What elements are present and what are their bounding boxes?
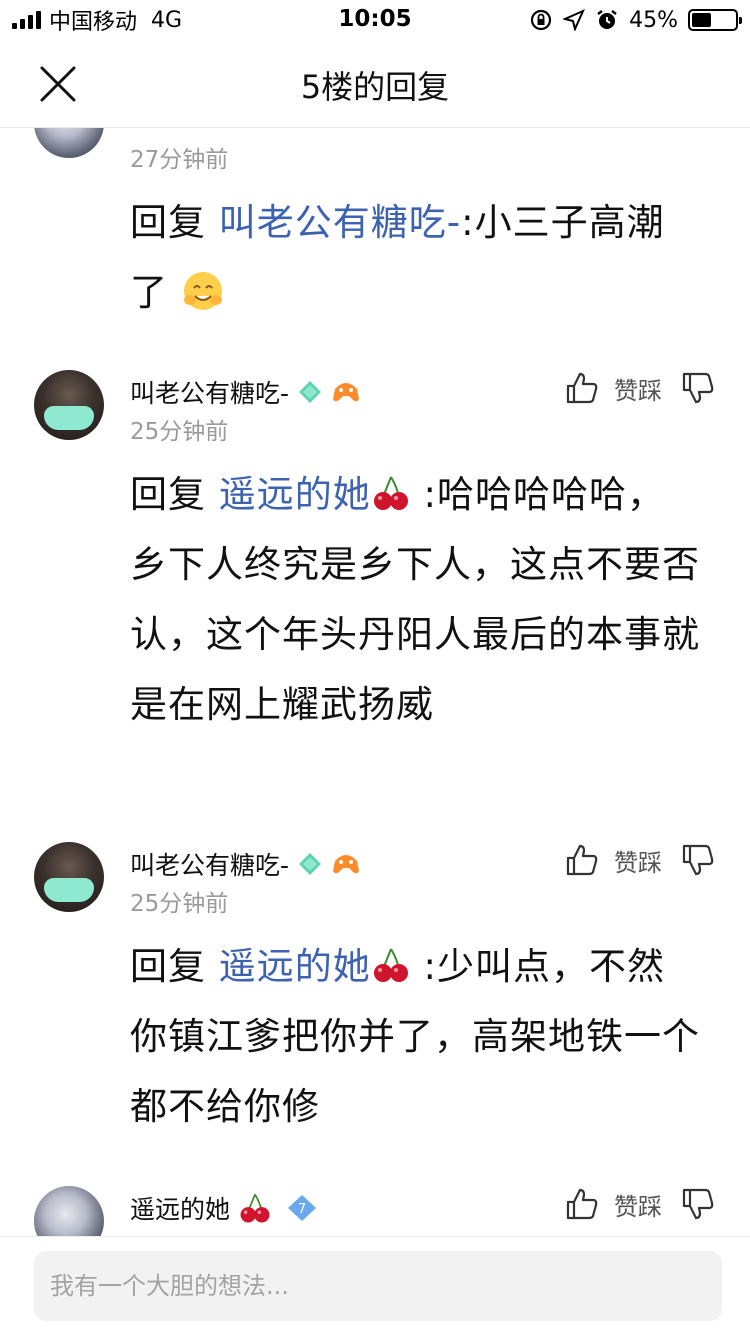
thumbs-up-button[interactable] bbox=[564, 370, 600, 406]
username-row: 叫老公有糖吃- bbox=[130, 846, 361, 882]
reply-actions: 赞踩 bbox=[564, 1186, 716, 1222]
mention-link[interactable]: 遥远的她 bbox=[219, 945, 411, 988]
thumbs-down-icon bbox=[682, 844, 714, 876]
avatar[interactable] bbox=[34, 370, 104, 440]
mention-name: 遥远的她 bbox=[218, 945, 371, 988]
reply-actions: 赞踩 bbox=[564, 370, 716, 406]
reply-body: :哈哈哈哈哈，乡下人终究是乡下人，这点不要否认，这个年头丹阳人最后的本事就是在网… bbox=[130, 473, 700, 726]
game-badge-icon bbox=[333, 855, 360, 874]
thumbs-up-button[interactable] bbox=[564, 1186, 600, 1222]
username[interactable]: 叫老公有糖吃- bbox=[130, 374, 289, 410]
username[interactable]: 叫老公有糖吃- bbox=[130, 846, 289, 882]
thumbs-up-icon bbox=[566, 844, 598, 876]
vote-label: 赞踩 bbox=[614, 376, 662, 405]
location-icon bbox=[563, 9, 586, 31]
status-right: 45% bbox=[529, 6, 742, 34]
gem-badge-icon bbox=[299, 381, 322, 403]
thumbs-down-button[interactable] bbox=[680, 370, 716, 406]
avatar[interactable] bbox=[34, 842, 104, 912]
thumbs-down-icon bbox=[682, 372, 714, 404]
username[interactable]: 遥远的她 bbox=[130, 1190, 230, 1226]
reply-time: 25分钟前 bbox=[130, 419, 229, 445]
reply-time: 27分钟前 bbox=[130, 147, 229, 173]
reply-list[interactable]: 27分钟前 回复 叫老公有糖吃-:小三子高潮了 叫老公有糖吃- 25分钟前 赞踩… bbox=[0, 128, 750, 1236]
nav-bar: 5楼的回复 bbox=[0, 40, 750, 128]
alarm-icon bbox=[597, 10, 617, 29]
reply-time: 25分钟前 bbox=[130, 891, 229, 917]
vote-label: 赞踩 bbox=[614, 848, 662, 877]
reply-prefix: 回复 bbox=[130, 201, 206, 244]
reply-prefix: 回复 bbox=[130, 945, 206, 988]
reply-text: 回复 叫老公有糖吃-:小三子高潮了 bbox=[130, 188, 700, 328]
thumbs-up-icon bbox=[566, 1188, 598, 1220]
level-badge-text: 7 bbox=[298, 1202, 306, 1217]
avatar[interactable] bbox=[34, 128, 104, 158]
thumbs-down-icon bbox=[682, 1188, 714, 1220]
username-row: 叫老公有糖吃- bbox=[130, 374, 361, 410]
lock-rotation-icon bbox=[530, 9, 552, 31]
thumbs-up-button[interactable] bbox=[564, 842, 600, 878]
mention-link[interactable]: 叫老公有糖吃- bbox=[219, 201, 461, 244]
battery-icon bbox=[688, 9, 742, 31]
battery-fill bbox=[692, 13, 711, 27]
game-badge-icon bbox=[333, 383, 360, 402]
reply-input-bar bbox=[0, 1236, 750, 1334]
username-row: 遥远的她 7 bbox=[130, 1190, 318, 1226]
smile-emoji-icon bbox=[183, 272, 222, 310]
reply-text: 回复 遥远的她 :少叫点，不然你镇江爹把你并了，高架地铁一个都不给你修 bbox=[130, 932, 700, 1142]
mention-name: 遥远的她 bbox=[218, 473, 371, 516]
reply-body: :少叫点，不然你镇江爹把你并了，高架地铁一个都不给你修 bbox=[130, 945, 700, 1128]
mention-link[interactable]: 遥远的她 bbox=[219, 473, 411, 516]
reply-text: 回复 遥远的她 :哈哈哈哈哈，乡下人终究是乡下人，这点不要否认，这个年头丹阳人最… bbox=[130, 460, 700, 740]
cherry-emoji-icon bbox=[373, 476, 408, 510]
battery-percent: 45% bbox=[629, 7, 678, 33]
gem-badge-icon bbox=[299, 853, 322, 875]
cherry-emoji-icon bbox=[373, 948, 408, 982]
thumbs-down-button[interactable] bbox=[680, 842, 716, 878]
status-bar: 中国移动 4G 10:05 45% bbox=[0, 0, 750, 40]
avatar[interactable] bbox=[34, 1186, 104, 1236]
level-badge-icon: 7 bbox=[288, 1195, 317, 1221]
cherry-emoji-icon bbox=[240, 1193, 270, 1223]
thumbs-up-icon bbox=[566, 372, 598, 404]
reply-prefix: 回复 bbox=[130, 473, 206, 516]
vote-label: 赞踩 bbox=[614, 1192, 662, 1221]
page-title: 5楼的回复 bbox=[300, 68, 450, 106]
thumbs-down-button[interactable] bbox=[680, 1186, 716, 1222]
reply-input[interactable] bbox=[34, 1251, 722, 1321]
reply-actions: 赞踩 bbox=[564, 842, 716, 878]
